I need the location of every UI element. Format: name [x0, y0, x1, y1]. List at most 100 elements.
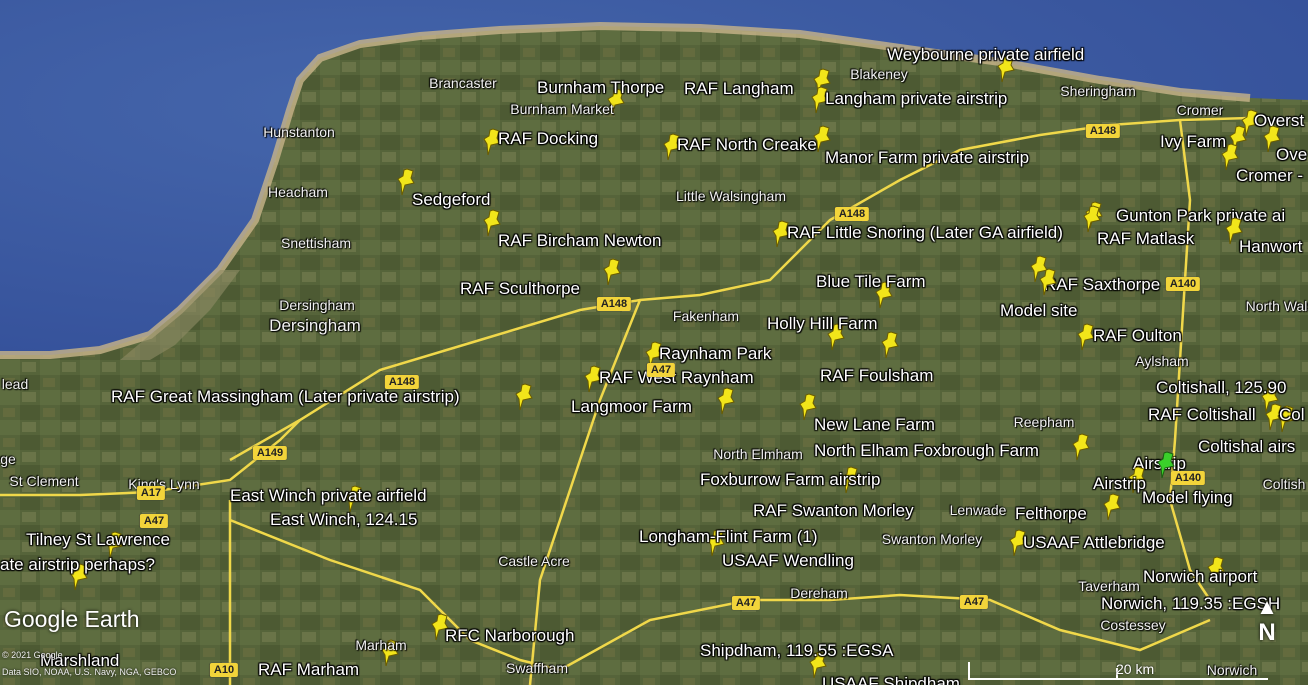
pin-label[interactable]: RAF Bircham Newton	[498, 231, 661, 251]
place-label: Reepham	[1013, 414, 1075, 430]
pin-label[interactable]: Burnham Thorpe	[537, 78, 664, 98]
place-label: Dereham	[790, 585, 848, 601]
road-shield: A149	[252, 446, 288, 460]
north-arrow-icon[interactable]: ▲	[1252, 596, 1282, 618]
pin-label[interactable]: USAAF Shipdham	[822, 674, 960, 685]
pin-label[interactable]: RAF Little Snoring (Later GA airfield)	[787, 223, 1063, 243]
copyright-text: © 2021 Google	[2, 650, 63, 660]
pin-label[interactable]: East Winch, 124.15	[270, 510, 417, 530]
place-label: Costessey	[1100, 617, 1166, 633]
pin-label[interactable]: Ivy Farm	[1160, 132, 1226, 152]
place-label: Castle Acre	[498, 553, 570, 569]
pin-label[interactable]: Weybourne private airfield	[887, 45, 1084, 65]
place-label: Aylsham	[1135, 353, 1189, 369]
place-label: North Elmham	[713, 446, 803, 462]
pin-label[interactable]: RAF West Raynham	[599, 368, 754, 388]
pushpin-icon[interactable]	[1071, 432, 1093, 462]
place-label: Marham	[355, 637, 407, 653]
place-label: Coltish	[1262, 476, 1306, 492]
place-label: St Clement	[9, 473, 79, 489]
place-label: Swaffham	[506, 660, 568, 676]
pushpin-icon[interactable]	[1102, 492, 1124, 522]
pin-label[interactable]: RAF Sculthorpe	[460, 279, 580, 299]
place-label: lead	[1, 376, 29, 392]
road-shield: A47	[959, 595, 989, 609]
compass[interactable]: ▲ N	[1252, 596, 1282, 656]
map-view[interactable]: Weybourne private airfield Burnham Thorp…	[0, 0, 1308, 685]
road-shield: A140	[1170, 471, 1206, 485]
pin-label[interactable]: RFC Narborough	[445, 626, 574, 646]
scale-bar-line	[968, 678, 1268, 680]
place-label: Swanton Morley	[881, 531, 983, 547]
pin-label[interactable]: Raynham Park	[659, 344, 771, 364]
pushpin-icon[interactable]	[880, 330, 902, 360]
pin-label[interactable]: Felthorpe	[1015, 504, 1087, 524]
compass-label[interactable]: N	[1252, 618, 1282, 648]
pin-label[interactable]: RAF Marham	[258, 660, 359, 680]
pin-label[interactable]: Shipdham, 119.55 :EGSA	[700, 641, 893, 661]
pin-label[interactable]: East Winch private airfield	[230, 486, 427, 506]
road-shield: A148	[596, 297, 632, 311]
pin-label[interactable]: Model flying	[1142, 488, 1233, 508]
pin-label[interactable]: Ove	[1276, 145, 1307, 165]
place-label: Hunstanton	[263, 124, 335, 140]
pin-label[interactable]: Longham-Flint Farm (1)	[639, 527, 818, 547]
road-shield: A47	[731, 596, 761, 610]
pin-label[interactable]: RAF North Creake	[677, 135, 817, 155]
pin-label[interactable]: North Elham Foxbrough Farm	[814, 441, 1039, 461]
pin-label[interactable]: Airstrip	[1093, 474, 1146, 494]
pin-label[interactable]: USAAF Wendling	[722, 551, 854, 571]
place-label: North Wals	[1245, 298, 1308, 314]
place-label: Fakenham	[672, 308, 740, 324]
pin-label[interactable]: USAAF Attlebridge	[1023, 533, 1165, 553]
pushpin-icon[interactable]	[1038, 267, 1060, 297]
pin-label[interactable]: RAF Langham	[684, 79, 794, 99]
place-label: Dersingham	[279, 297, 355, 313]
pin-label[interactable]: RAF Matlask	[1097, 229, 1194, 249]
scale-bar-label: 20 km	[1116, 661, 1155, 677]
place-label: Burnham Market	[510, 101, 614, 117]
pin-label[interactable]: Manor Farm private airstrip	[825, 148, 1029, 168]
pin-label[interactable]: Langmoor Farm	[571, 397, 692, 417]
pin-label[interactable]: Holly Hill Farm	[767, 314, 878, 334]
pin-label[interactable]: Coltishall, 125.90	[1156, 378, 1286, 398]
pin-label[interactable]: Foxburrow Farm airstrip	[700, 470, 880, 490]
place-label: Snettisham	[280, 235, 352, 251]
pin-label[interactable]: ate airstrip perhaps?	[0, 555, 155, 575]
pin-label[interactable]: RAF Oulton	[1093, 326, 1182, 346]
pin-label[interactable]: RAF Swanton Morley	[753, 501, 914, 521]
road-shield: A148	[834, 207, 870, 221]
pin-label[interactable]: Hanwort	[1239, 237, 1302, 257]
place-label: Cromer	[1176, 102, 1224, 118]
pin-label[interactable]: Sedgeford	[412, 190, 490, 210]
road-shield: A47	[139, 514, 169, 528]
pin-label[interactable]: New Lane Farm	[814, 415, 935, 435]
data-credit-text: Data SIO, NOAA, U.S. Navy, NGA, GEBCO	[2, 667, 177, 677]
pin-label[interactable]: Tilney St Lawrence	[26, 530, 170, 550]
pin-label[interactable]: Cromer -	[1236, 166, 1303, 186]
road-shield: A17	[136, 486, 166, 500]
pin-label[interactable]: RAF Great Massingham (Later private airs…	[111, 387, 460, 407]
pin-label[interactable]: Blue Tile Farm	[816, 272, 926, 292]
pushpin-icon[interactable]	[716, 386, 738, 416]
pin-label[interactable]: RAF Saxthorpe	[1044, 275, 1160, 295]
pin-label[interactable]: Norwich airport	[1143, 567, 1257, 587]
place-label: Sheringham	[1060, 83, 1136, 99]
pin-label[interactable]: RAF Docking	[498, 129, 598, 149]
pin-label[interactable]: Model site	[1000, 301, 1077, 321]
scale-bar: 20 km	[968, 660, 1268, 680]
road-shield: A148	[1085, 124, 1121, 138]
pin-label[interactable]: RAF Coltishall	[1148, 405, 1256, 425]
pin-label[interactable]: Coltishal airs	[1198, 437, 1295, 457]
road-shield: A148	[384, 375, 420, 389]
pin-label[interactable]: Langham private airstrip	[825, 89, 1007, 109]
pin-label[interactable]: Col	[1279, 405, 1305, 425]
place-label: Blakeney	[850, 66, 908, 82]
pushpin-icon[interactable]	[602, 257, 624, 287]
pin-label[interactable]: RAF Foulsham	[820, 366, 933, 386]
pin-label[interactable]: Gunton Park private ai	[1116, 206, 1285, 226]
scale-bar-tick	[968, 662, 970, 680]
road-shield: A47	[646, 363, 676, 377]
place-label: Brancaster	[429, 75, 497, 91]
pushpin-icon[interactable]	[514, 382, 536, 412]
